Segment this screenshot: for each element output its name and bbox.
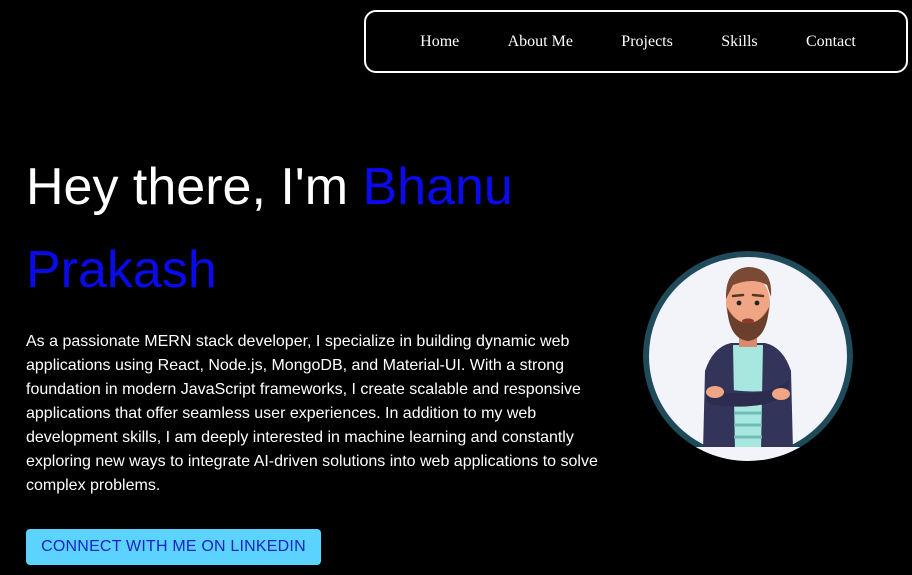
hero-greeting: Hey there, I'm xyxy=(26,158,363,216)
linkedin-connect-button[interactable]: CONNECT WITH ME ON LINKEDIN xyxy=(26,529,321,565)
avatar xyxy=(643,251,853,461)
hero-heading: Hey there, I'm Bhanu Prakash xyxy=(26,146,626,312)
nav-link-contact[interactable]: Contact xyxy=(806,33,856,51)
nav-link-about-me[interactable]: About Me xyxy=(508,33,573,51)
nav-link-skills[interactable]: Skills xyxy=(721,33,757,51)
developer-avatar-illustration-icon xyxy=(643,251,853,461)
nav-link-home[interactable]: Home xyxy=(420,33,459,51)
top-navigation: Home About Me Projects Skills Contact xyxy=(364,10,908,73)
hero-bio: As a passionate MERN stack developer, I … xyxy=(26,333,598,494)
nav-link-projects[interactable]: Projects xyxy=(621,33,673,51)
